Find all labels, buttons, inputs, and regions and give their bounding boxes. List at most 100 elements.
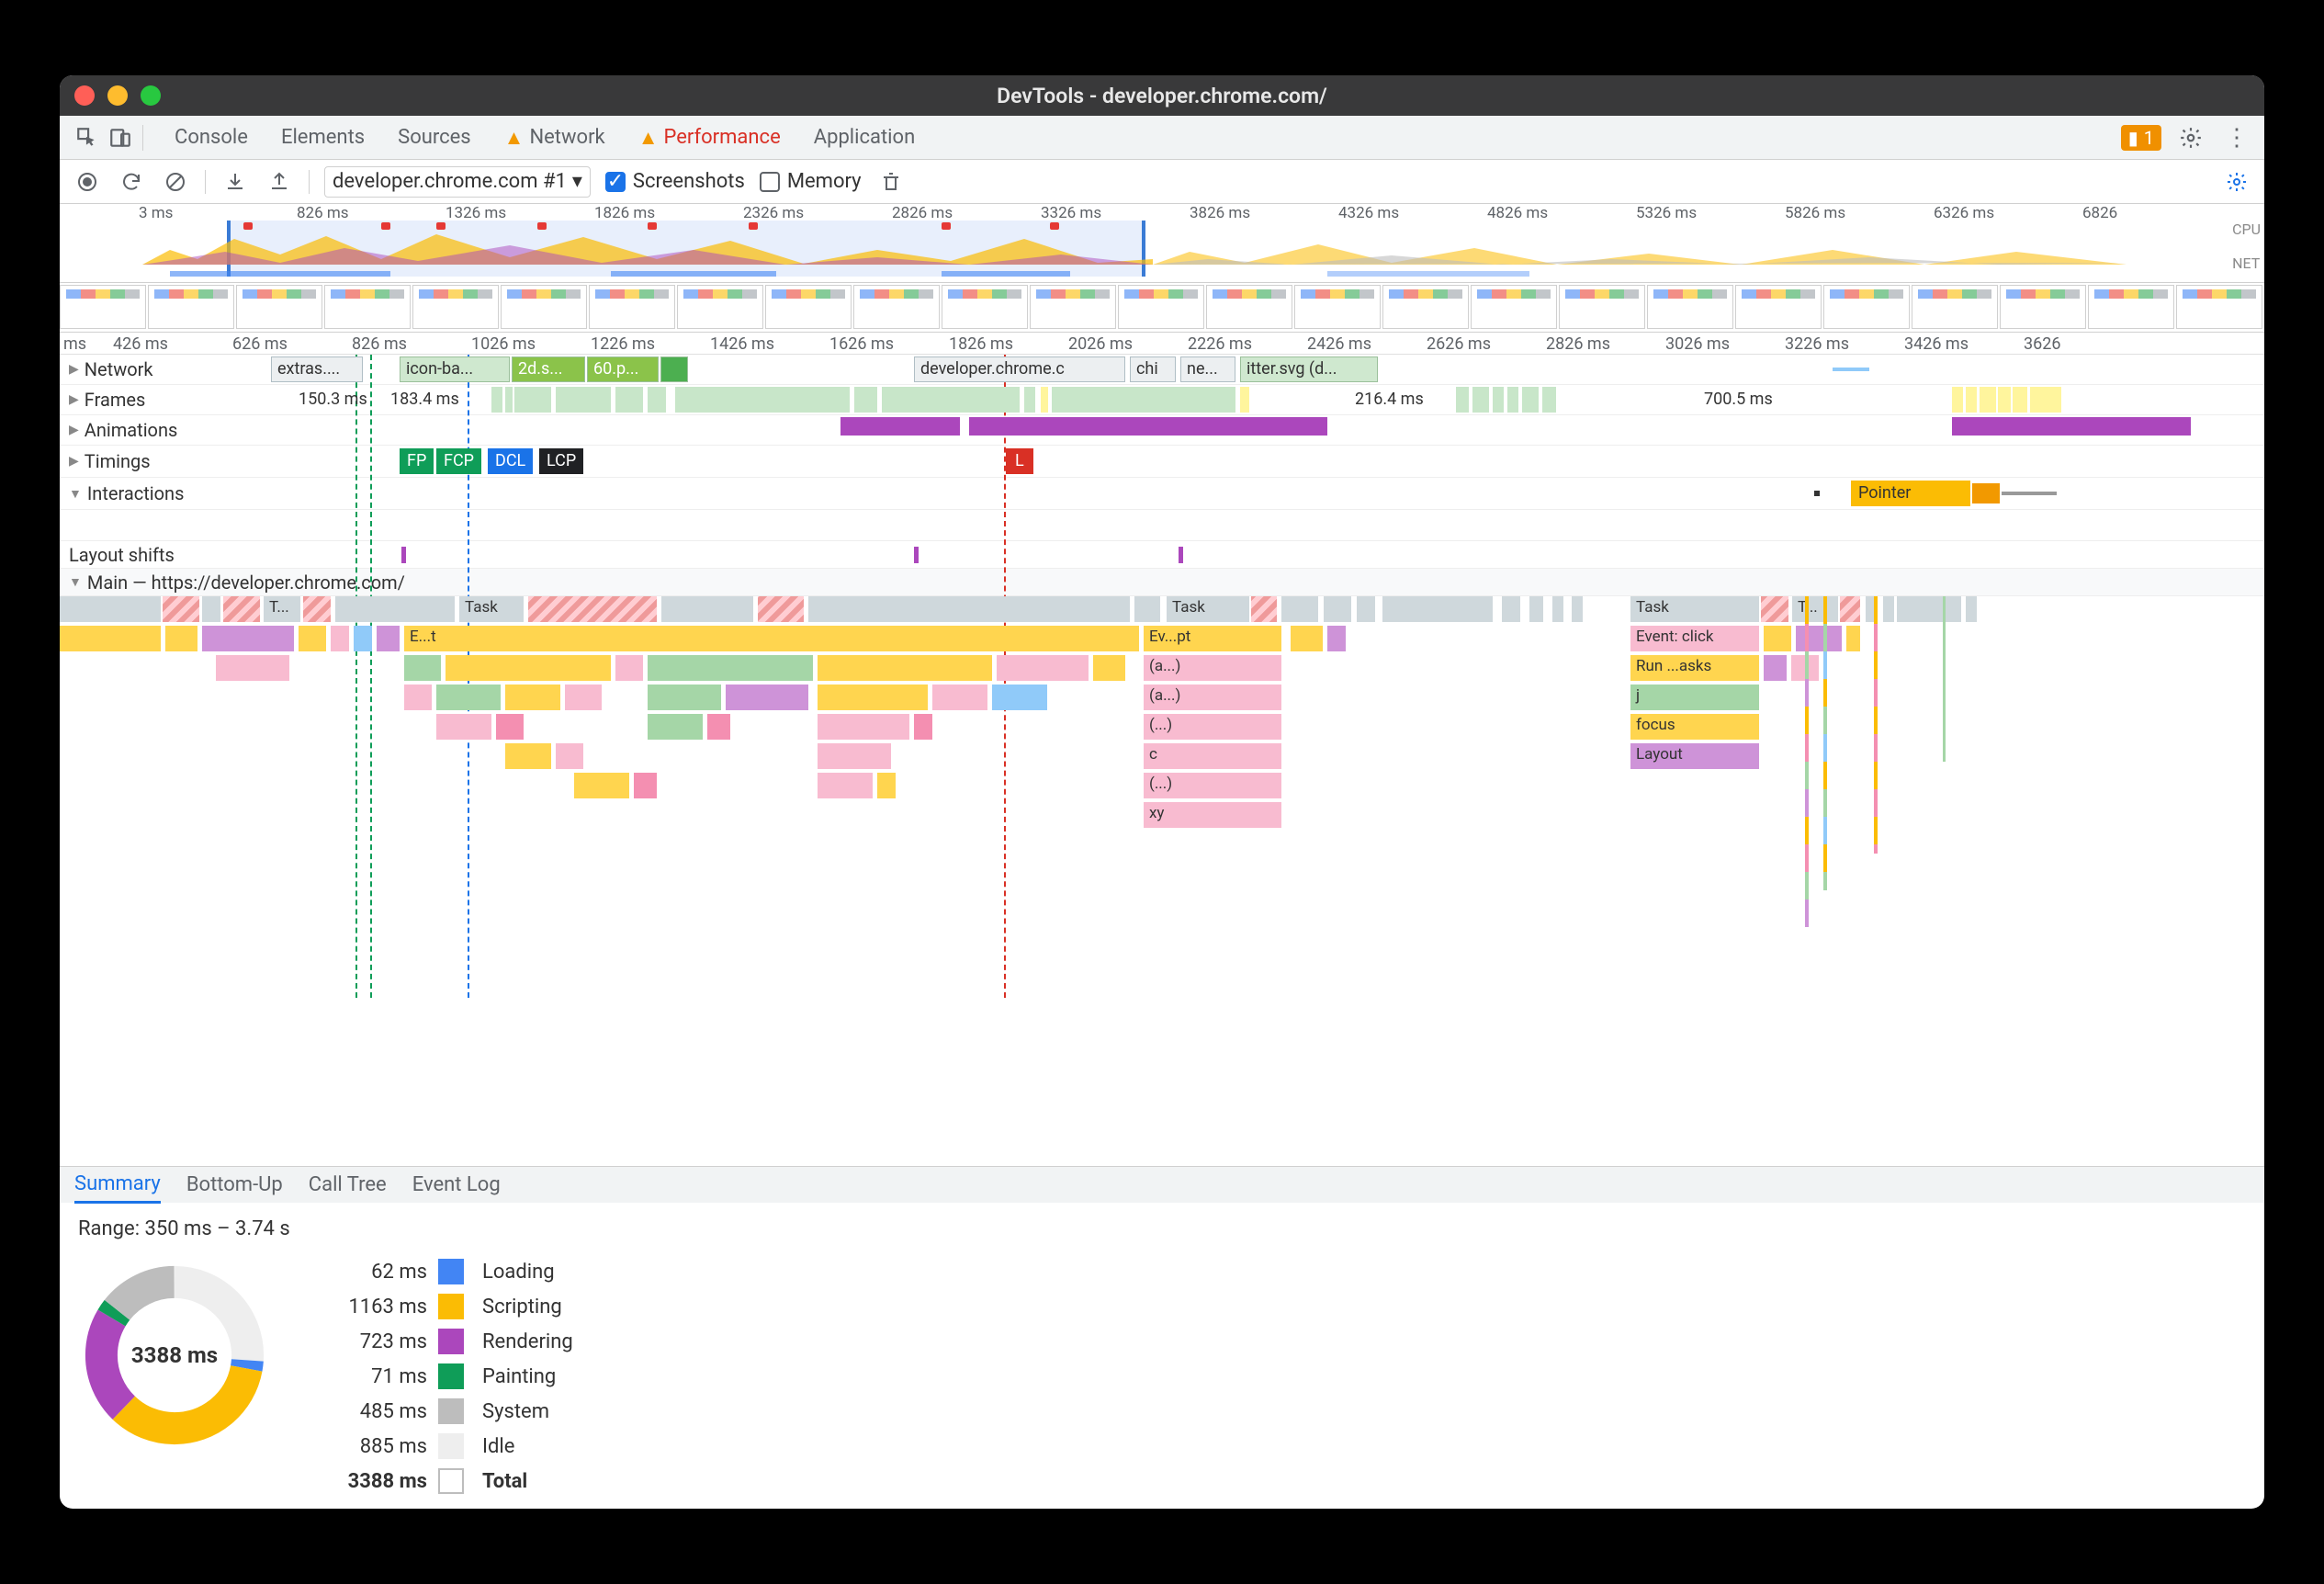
layout-shifts-track-label[interactable]: Layout shifts bbox=[60, 541, 271, 568]
flame-event[interactable] bbox=[331, 626, 349, 651]
flame-event[interactable] bbox=[1846, 626, 1860, 651]
tab-application[interactable]: Application bbox=[797, 116, 931, 160]
layout-shift[interactable] bbox=[401, 547, 406, 563]
flame-event[interactable]: Layout bbox=[1630, 743, 1759, 769]
flame-task[interactable]: Task bbox=[459, 596, 524, 622]
frame[interactable] bbox=[1522, 387, 1539, 413]
flame-task[interactable] bbox=[1572, 596, 1583, 622]
network-request[interactable]: icon-ba... bbox=[400, 356, 510, 382]
overview-body[interactable] bbox=[60, 221, 2228, 277]
flame-long-task[interactable] bbox=[223, 596, 260, 622]
flame-task[interactable] bbox=[335, 596, 455, 622]
flame-event[interactable] bbox=[1764, 626, 1791, 651]
animations-track[interactable]: ▶Animations bbox=[60, 415, 2264, 446]
flame-task[interactable] bbox=[1502, 596, 1520, 622]
settings-icon[interactable] bbox=[2174, 121, 2207, 154]
more-menu-icon[interactable]: ⋮ bbox=[2220, 121, 2253, 154]
frame[interactable] bbox=[491, 387, 502, 413]
filmstrip-thumb[interactable] bbox=[1912, 285, 1998, 329]
filmstrip-thumb[interactable] bbox=[1382, 285, 1469, 329]
frame[interactable] bbox=[556, 387, 611, 413]
flame-event[interactable]: c bbox=[1144, 743, 1281, 769]
filmstrip-thumb[interactable] bbox=[1471, 285, 1557, 329]
main-thread-label[interactable]: ▼Main — https://developer.chrome.com/ bbox=[60, 569, 414, 595]
flame-task[interactable] bbox=[1897, 596, 1961, 622]
interactions-track-body[interactable]: Pointer bbox=[271, 478, 2264, 509]
flame-task[interactable] bbox=[1134, 596, 1160, 622]
frame[interactable] bbox=[1952, 387, 1963, 413]
flame-event[interactable] bbox=[648, 655, 813, 681]
flame-event[interactable] bbox=[496, 714, 524, 740]
filmstrip-thumb[interactable] bbox=[2088, 285, 2174, 329]
frame[interactable] bbox=[1240, 387, 1249, 413]
frame[interactable] bbox=[514, 387, 551, 413]
load-profile-button[interactable] bbox=[220, 167, 250, 197]
tab-event-log[interactable]: Event Log bbox=[412, 1167, 501, 1204]
network-request[interactable]: chi bbox=[1130, 356, 1176, 382]
frame[interactable] bbox=[615, 387, 643, 413]
network-request[interactable]: ne... bbox=[1180, 356, 1235, 382]
network-track-label[interactable]: ▶Network bbox=[60, 355, 271, 384]
flame-task[interactable] bbox=[1883, 596, 1894, 622]
screenshots-filmstrip[interactable] bbox=[60, 283, 2264, 333]
interactions-track-label[interactable]: ▼Interactions bbox=[60, 478, 271, 509]
network-request[interactable]: developer.chrome.c bbox=[914, 356, 1125, 382]
flame-event[interactable]: focus bbox=[1630, 714, 1759, 740]
flame-task[interactable] bbox=[1357, 596, 1375, 622]
flame-task[interactable] bbox=[1281, 596, 1318, 622]
filmstrip-thumb[interactable] bbox=[501, 285, 587, 329]
flame-event[interactable] bbox=[914, 714, 932, 740]
interactions-track[interactable]: ▼Interactions Pointer bbox=[60, 478, 2264, 510]
flame-event[interactable] bbox=[299, 626, 326, 651]
frame[interactable] bbox=[1998, 387, 2011, 413]
flame-event[interactable]: (...) bbox=[1144, 773, 1281, 798]
flame-event[interactable] bbox=[1796, 626, 1842, 651]
filmstrip-thumb[interactable] bbox=[942, 285, 1028, 329]
frame[interactable] bbox=[505, 387, 513, 413]
inspect-element-icon[interactable] bbox=[71, 121, 104, 154]
capture-settings-icon[interactable] bbox=[2222, 167, 2251, 197]
lcp-badge[interactable]: LCP bbox=[539, 448, 583, 474]
filmstrip-thumb[interactable] bbox=[853, 285, 940, 329]
filmstrip-thumb[interactable] bbox=[2000, 285, 2086, 329]
flame-event[interactable]: Event: click bbox=[1630, 626, 1759, 651]
screenshots-checkbox[interactable]: ✓ Screenshots bbox=[605, 170, 745, 193]
filmstrip-thumb[interactable] bbox=[1559, 285, 1645, 329]
animation-bar[interactable] bbox=[969, 417, 1327, 436]
flame-event[interactable] bbox=[992, 685, 1047, 710]
flame-long-task[interactable] bbox=[1251, 596, 1277, 622]
garbage-collect-button[interactable] bbox=[876, 167, 906, 197]
filmstrip-thumb[interactable] bbox=[236, 285, 322, 329]
flame-event[interactable] bbox=[202, 626, 294, 651]
flame-task[interactable] bbox=[661, 596, 753, 622]
network-track[interactable]: ▶Network extras.... icon-ba... 2d.s... 6… bbox=[60, 355, 2264, 385]
flame-event[interactable]: Ev...pt bbox=[1144, 626, 1281, 651]
flame-chart-area[interactable]: ms 426 ms 626 ms 826 ms 1026 ms 1226 ms … bbox=[60, 333, 2264, 1166]
flame-event[interactable]: (a...) bbox=[1144, 655, 1281, 681]
main-flame-chart[interactable]: T... Task Task Task bbox=[60, 596, 2264, 936]
filmstrip-thumb[interactable] bbox=[1206, 285, 1292, 329]
frames-track-body[interactable]: 150.3 ms 183.4 ms 216.4 ms bbox=[271, 385, 2264, 414]
main-thread-header[interactable]: ▼Main — https://developer.chrome.com/ bbox=[60, 569, 2264, 596]
flame-event[interactable] bbox=[354, 626, 372, 651]
flame-event[interactable] bbox=[165, 626, 197, 651]
tab-performance[interactable]: ▲Performance bbox=[622, 116, 797, 160]
network-request[interactable]: 2d.s... bbox=[512, 356, 585, 382]
close-window-button[interactable] bbox=[74, 85, 95, 106]
flame-event[interactable] bbox=[726, 685, 808, 710]
record-button[interactable] bbox=[73, 167, 102, 197]
flame-event[interactable] bbox=[446, 655, 611, 681]
issues-badge[interactable]: ▮ 1 bbox=[2121, 125, 2161, 151]
reload-record-button[interactable] bbox=[117, 167, 146, 197]
animation-bar[interactable] bbox=[1952, 417, 2191, 436]
fcp-badge[interactable]: FCP bbox=[436, 448, 481, 474]
frame[interactable] bbox=[882, 387, 1020, 413]
flame-event[interactable] bbox=[877, 773, 896, 798]
flame-event[interactable] bbox=[707, 714, 730, 740]
layout-shifts-track[interactable]: Layout shifts bbox=[60, 541, 2264, 569]
filmstrip-thumb[interactable] bbox=[1647, 285, 1733, 329]
flame-event[interactable] bbox=[60, 626, 161, 651]
flame-event[interactable]: Run ...asks bbox=[1630, 655, 1759, 681]
filmstrip-thumb[interactable] bbox=[1735, 285, 1822, 329]
flame-long-task[interactable] bbox=[528, 596, 657, 622]
